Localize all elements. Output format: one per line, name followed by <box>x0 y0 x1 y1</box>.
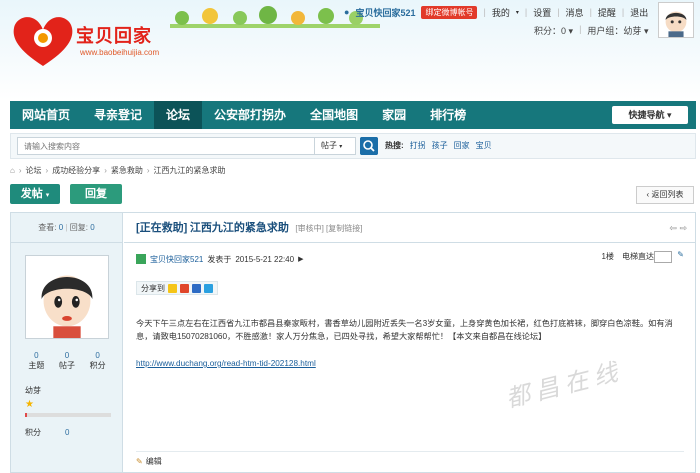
share-bar: 分享到 <box>136 281 218 295</box>
home-icon[interactable]: ⌂ <box>10 166 15 175</box>
my-menu-link[interactable]: 我的 <box>492 6 510 19</box>
post-content: 今天下午三点左右在江西省九江市都昌县秦家畈村，書香草幼儿园附近丢失一名3岁女童，… <box>136 319 673 341</box>
search-type-select[interactable]: 帖子 ▾ <box>314 137 356 155</box>
thread-post: 查看: 0 | 回复: 0 0 主题 0 帖子 0 积分 幼芽 ★ 积分 0 [正在救助… <box>10 212 696 473</box>
poster-points: 积分 0 <box>25 428 70 437</box>
poster-stats: 0 主题 0 帖子 0 积分 <box>21 351 113 371</box>
post-author-row: 宝贝快回家521 发表于 2015-5-21 22:40 ▶ 1楼 电梯直达 ✎ <box>136 250 684 267</box>
nav-forum[interactable]: 论坛 <box>154 101 203 129</box>
reminders-link[interactable]: 提醒 <box>598 6 616 19</box>
jump-label: 电梯直达 <box>622 252 654 261</box>
post-title-row: [正在救助] 江西九江的紧急求助 [审核中] [复制链接] ⇦ ⇨ <box>124 213 695 243</box>
level-progress-fill <box>25 413 27 417</box>
poster-stat[interactable]: 0 主题 <box>28 351 44 371</box>
hot-item[interactable]: 孩子 <box>432 140 448 151</box>
level-progress-bar <box>25 413 111 417</box>
source-link[interactable]: http://www.duchang.org/read-htm-tid-2021… <box>136 359 316 368</box>
qzone-share-icon[interactable] <box>168 283 177 293</box>
new-post-button[interactable]: 发帖 ▾ <box>10 184 60 204</box>
tencent-share-icon[interactable] <box>204 283 213 293</box>
nav-home[interactable]: 网站首页 <box>10 101 82 129</box>
replies-count: 0 <box>90 223 95 232</box>
logo-url: www.baobeihuijia.com <box>80 48 160 57</box>
reply-button[interactable]: 回复 <box>70 184 122 204</box>
author-link[interactable]: 宝贝快回家521 <box>150 254 203 265</box>
star-icon: ★ <box>25 399 34 410</box>
next-thread-icon[interactable]: ⇨ <box>679 223 687 233</box>
poster-avatar[interactable] <box>25 255 109 339</box>
nav-ranking[interactable]: 排行榜 <box>418 101 478 129</box>
chevron-down-icon: ▾ <box>667 110 672 120</box>
nav-home-garden[interactable]: 家园 <box>370 101 418 129</box>
nav-police[interactable]: 公安部打拐办 <box>202 101 298 129</box>
quick-nav-button[interactable]: 快捷导航 ▾ <box>612 106 688 124</box>
user-avatar[interactable] <box>658 2 694 38</box>
user-icon: ● <box>344 7 350 17</box>
hot-label: 热搜: <box>385 141 404 150</box>
copy-link[interactable]: [复制链接] <box>326 224 362 233</box>
logo-text[interactable]: 宝贝回家 <box>76 22 152 48</box>
points-display[interactable]: 积分：0 ▾ <box>534 24 573 37</box>
user-group-display[interactable]: 用户组：幼芽 ▾ <box>587 24 648 37</box>
logout-link[interactable]: 退出 <box>630 6 648 19</box>
pencil-icon: ✎ <box>136 457 143 466</box>
share-label: 分享到 <box>141 283 165 293</box>
search-icon[interactable] <box>360 137 378 155</box>
poster-stat[interactable]: 0 帖子 <box>59 351 75 371</box>
post-actions: ✎ 编辑 <box>136 451 684 467</box>
breadcrumb: ⌂ › 论坛 › 成功经验分享 › 紧急救助 › 江西九江的紧急求助 <box>10 165 226 176</box>
hot-item[interactable]: 打拐 <box>410 140 426 151</box>
breadcrumb-success-stories[interactable]: 成功经验分享 <box>52 165 100 176</box>
chevron-left-icon: ‹ <box>646 190 650 199</box>
wrench-icon[interactable]: ✎ <box>677 250 684 259</box>
hot-item[interactable]: 宝贝 <box>476 140 492 151</box>
prev-thread-icon[interactable]: ⇦ <box>669 223 677 233</box>
breadcrumb-forum[interactable]: 论坛 <box>26 165 42 176</box>
nav-register[interactable]: 寻亲登记 <box>82 101 154 129</box>
edit-link[interactable]: 编辑 <box>146 456 162 467</box>
hot-item[interactable]: 回家 <box>454 140 470 151</box>
thread-stats: 查看: 0 | 回复: 0 <box>11 213 122 243</box>
search-input[interactable] <box>17 137 315 155</box>
online-icon <box>136 254 146 264</box>
main-nav: 网站首页 寻亲登记 论坛 公安部打拐办 全国地图 家园 排行榜 快捷导航 ▾ <box>10 101 696 129</box>
bind-weibo-button[interactable]: 绑定微博帐号 <box>421 5 478 19</box>
views-count: 0 <box>58 223 64 232</box>
post-main: [正在救助] 江西九江的紧急求助 [审核中] [复制链接] ⇦ ⇨ 宝贝快回家5… <box>124 213 695 472</box>
watermark-text: 都昌在线 <box>503 356 627 414</box>
hot-search: 热搜: 打拐 孩子 回家 宝贝 <box>385 140 492 151</box>
breadcrumb-current[interactable]: 江西九江的紧急求助 <box>154 165 226 176</box>
jump-input[interactable] <box>654 251 672 263</box>
chevron-down-icon: ▾ <box>45 192 50 199</box>
play-icon[interactable]: ▶ <box>298 255 303 263</box>
username-link[interactable]: 宝贝快回家521 <box>355 6 415 19</box>
chevron-down-icon: ▾ <box>515 9 519 16</box>
floor-number: 1楼 <box>601 252 614 261</box>
poster-stat[interactable]: 0 积分 <box>90 351 106 371</box>
review-status: [审核中] <box>295 224 324 233</box>
site-header: 宝贝回家 www.baobeihuijia.com ● 宝贝快回家521 绑定微… <box>0 0 700 100</box>
back-to-list-button[interactable]: ‹ 返回列表 <box>636 186 694 204</box>
logo-heart-icon[interactable] <box>8 10 78 70</box>
renren-share-icon[interactable] <box>192 283 201 293</box>
user-sub-bar: 积分：0 ▾ | 用户组：幼芽 ▾ <box>534 24 649 37</box>
settings-link[interactable]: 设置 <box>533 6 551 19</box>
posted-time: 2015-5-21 22:40 <box>235 254 295 264</box>
post-tag[interactable]: [正在救助] <box>136 222 187 234</box>
chevron-down-icon: ▾ <box>339 144 343 150</box>
weibo-share-icon[interactable] <box>180 283 189 293</box>
nav-map[interactable]: 全国地图 <box>298 101 370 129</box>
top-user-bar: ● 宝贝快回家521 绑定微博帐号 | 我的 ▾ | 设置 | 消息 | 提醒 … <box>344 5 649 19</box>
post-title: 江西九江的紧急求助 <box>189 222 289 234</box>
posted-label: 发表于 <box>207 254 232 264</box>
messages-link[interactable]: 消息 <box>566 6 584 19</box>
search-bar: 帖子 ▾ 热搜: 打拐 孩子 回家 宝贝 <box>10 133 696 159</box>
breadcrumb-emergency[interactable]: 紧急救助 <box>111 165 143 176</box>
poster-info: 查看: 0 | 回复: 0 0 主题 0 帖子 0 积分 幼芽 ★ 积分 0 <box>11 213 123 472</box>
poster-level[interactable]: 幼芽 <box>25 385 41 396</box>
